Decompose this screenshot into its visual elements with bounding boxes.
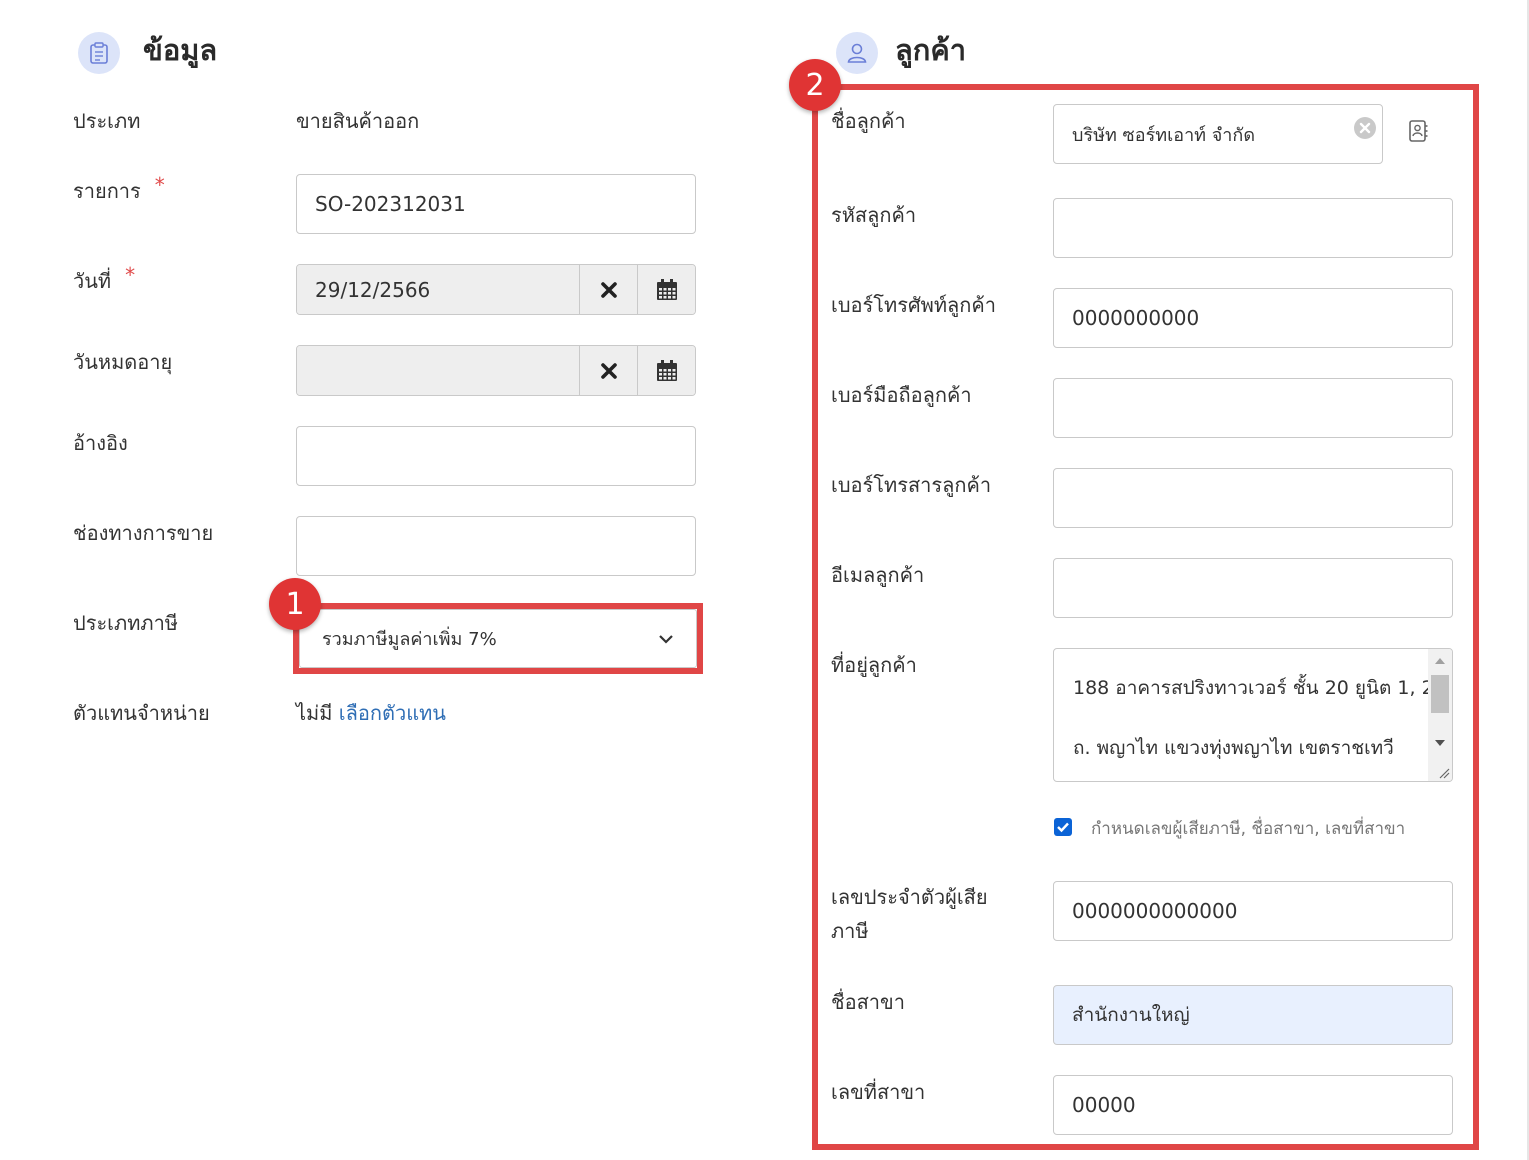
- close-icon: [600, 281, 617, 298]
- fax-input[interactable]: [1053, 468, 1453, 528]
- date-label: วันที่ *: [73, 263, 135, 294]
- expiry-calendar-button[interactable]: [637, 346, 695, 395]
- tax-id-input[interactable]: 0000000000000: [1053, 881, 1453, 941]
- clear-customer-button[interactable]: [1353, 116, 1377, 140]
- calendar-button[interactable]: [637, 265, 695, 314]
- email-label: อีเมลลูกค้า: [831, 563, 925, 587]
- close-icon: [600, 362, 617, 379]
- branch-no-input[interactable]: 00000: [1053, 1075, 1453, 1135]
- branch-no-label: เลขที่สาขา: [831, 1080, 926, 1104]
- customer-name-label: ชื่อลูกค้า: [831, 109, 906, 133]
- address-label: ที่อยู่ลูกค้า: [831, 653, 917, 677]
- scroll-thumb[interactable]: [1431, 675, 1449, 713]
- resize-handle-icon: [1439, 768, 1450, 779]
- address-line-1: 188 อาคารสปริงทาวเวอร์ ชั้น 20 ยูนิต 1, …: [1073, 677, 1434, 699]
- customer-code-label: รหัสลูกค้า: [831, 203, 917, 227]
- chevron-down-icon: [659, 634, 673, 644]
- user-icon: [836, 32, 878, 74]
- section-title-info: ข้อมูล: [143, 33, 218, 67]
- customer-name-value: บริษัท ซอร์ทเอาท์ จำกัด: [1072, 124, 1256, 146]
- check-icon: [1057, 822, 1069, 833]
- date-label-text: วันที่: [73, 269, 112, 293]
- contact-book-button[interactable]: [1405, 118, 1433, 146]
- clear-date-button[interactable]: [579, 265, 637, 314]
- date-picker: 29/12/2566: [296, 264, 696, 315]
- address-line-2: ถ. พญาไท แขวงทุ่งพญาไท เขตราชเทวี: [1073, 737, 1394, 759]
- required-mark: *: [154, 173, 165, 197]
- date-input[interactable]: 29/12/2566: [297, 265, 579, 314]
- address-textarea[interactable]: 188 อาคารสปริงทาวเวอร์ ชั้น 20 ยูนิต 1, …: [1053, 648, 1453, 782]
- channel-label: ช่องทางการขาย: [73, 521, 214, 545]
- mobile-input[interactable]: [1053, 378, 1453, 438]
- select-agent-link[interactable]: เลือกตัวแทน: [339, 701, 446, 725]
- tax-type-selected: รวมภาษีมูลค่าเพิ่ม 7%: [322, 629, 497, 650]
- tax-type-label: ประเภทภาษี: [73, 611, 178, 635]
- tax-info-checkbox[interactable]: [1054, 818, 1072, 836]
- branch-name-input[interactable]: สำนักงานใหญ่: [1053, 985, 1453, 1045]
- fax-label: เบอร์โทรสารลูกค้า: [831, 473, 992, 497]
- clipboard-icon: [78, 32, 120, 74]
- type-label: ประเภท: [73, 109, 141, 133]
- scroll-up-icon: [1435, 658, 1445, 664]
- phone-label: เบอร์โทรศัพท์ลูกค้า: [831, 293, 996, 317]
- channel-input[interactable]: [296, 516, 696, 576]
- expiry-picker: [296, 345, 696, 396]
- calendar-icon: [656, 359, 677, 381]
- agent-value: ไม่มี เลือกตัวแทน: [296, 700, 446, 726]
- tax-id-label-line1: เลขประจำตัวผู้เสีย: [831, 885, 988, 909]
- contact-book-icon: [1409, 120, 1428, 142]
- doc-label: รายการ *: [73, 173, 165, 204]
- customer-name-input[interactable]: บริษัท ซอร์ทเอาท์ จำกัด: [1053, 104, 1383, 164]
- required-mark: *: [125, 263, 136, 287]
- phone-input[interactable]: 0000000000: [1053, 288, 1453, 348]
- section-title-customer: ลูกค้า: [895, 33, 967, 67]
- expiry-label: วันหมดอายุ: [73, 350, 173, 374]
- scroll-down-icon: [1435, 740, 1445, 746]
- annotation-badge-1: 1: [269, 578, 321, 630]
- tax-id-label-line2: ภาษี: [831, 919, 869, 943]
- annotation-badge-2: 2: [789, 59, 841, 111]
- agent-label: ตัวแทนจำหน่าย: [73, 701, 210, 725]
- branch-name-label: ชื่อสาขา: [831, 990, 905, 1014]
- tax-info-checkbox-label[interactable]: กำหนดเลขผู้เสียภาษี, ชื่อสาขา, เลขที่สาข…: [1091, 818, 1405, 840]
- doc-number-input[interactable]: SO-202312031: [296, 174, 696, 234]
- close-circle-icon: [1354, 117, 1376, 139]
- mobile-label: เบอร์มือถือลูกค้า: [831, 383, 972, 407]
- agent-none-text: ไม่มี: [296, 701, 333, 725]
- email-input[interactable]: [1053, 558, 1453, 618]
- clear-expiry-button[interactable]: [579, 346, 637, 395]
- type-value: ขายสินค้าออก: [296, 109, 420, 133]
- doc-label-text: รายการ: [73, 179, 141, 203]
- customer-code-input[interactable]: [1053, 198, 1453, 258]
- tax-type-select[interactable]: รวมภาษีมูลค่าเพิ่ม 7%: [299, 609, 697, 668]
- calendar-icon: [656, 278, 677, 300]
- reference-input[interactable]: [296, 426, 696, 486]
- reference-label: อ้างอิง: [73, 431, 128, 455]
- address-scrollbar[interactable]: [1428, 649, 1452, 781]
- expiry-input[interactable]: [297, 346, 579, 395]
